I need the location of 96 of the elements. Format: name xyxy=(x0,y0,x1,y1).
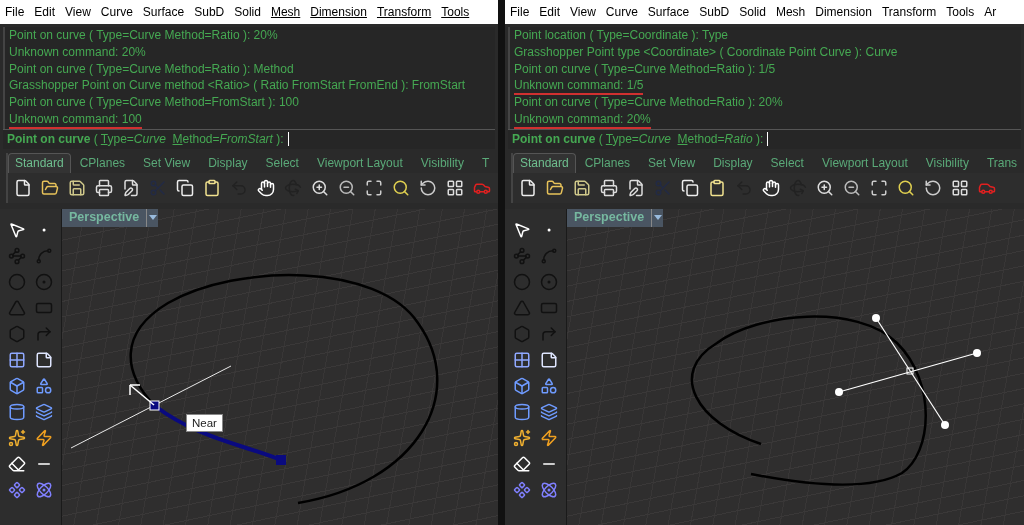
layout-grid-icon[interactable] xyxy=(951,178,969,197)
toolbar-tab[interactable]: CPlanes xyxy=(575,152,640,173)
toolbar-tab[interactable]: Trans xyxy=(977,152,1024,173)
menu-item[interactable]: Curve xyxy=(100,3,133,21)
snap-tooltip: Near xyxy=(186,413,223,432)
clipboard-icon[interactable] xyxy=(203,178,221,197)
history-line: Grasshopper Point on Curve method <Ratio> ( Ratio FromStart FromEnd ): FromStart xyxy=(9,78,466,95)
hand-icon[interactable] xyxy=(762,178,780,197)
menu-item[interactable]: Dimension xyxy=(310,3,367,21)
menu-item[interactable]: Transform xyxy=(881,3,937,21)
mesh-icon[interactable] xyxy=(539,402,558,421)
menu-item[interactable]: Surface xyxy=(142,3,185,21)
text-cursor xyxy=(287,132,289,147)
history-line: Point on curve ( Type=Curve Method=Ratio ): 20% xyxy=(514,95,783,112)
box-icon[interactable] xyxy=(513,376,532,395)
menu-item[interactable]: Tools xyxy=(441,3,470,21)
history-line: Unknown command: 20% xyxy=(9,44,146,61)
folder-icon[interactable] xyxy=(546,178,564,197)
menu-item[interactable]: Curve xyxy=(605,3,638,21)
text-cursor xyxy=(767,132,769,147)
clipboard-icon[interactable] xyxy=(708,178,726,197)
history-line: Point location ( Type=Coordinate ): Type xyxy=(514,28,729,44)
history-line: Point on curve ( Type=Curve Method=Ratio ): 20% xyxy=(9,28,278,44)
dropdown-caret-icon[interactable] xyxy=(651,208,664,227)
zoom-in-icon[interactable] xyxy=(816,178,834,197)
save-icon[interactable] xyxy=(573,178,591,197)
menu-item[interactable]: File xyxy=(5,3,25,21)
menu-item[interactable]: Tools xyxy=(946,3,975,21)
undo-view-icon[interactable] xyxy=(419,178,437,197)
page-edit-icon[interactable] xyxy=(627,178,645,197)
copy-icon[interactable] xyxy=(681,178,699,197)
menu-item[interactable]: Edit xyxy=(34,3,56,21)
layout-grid-icon[interactable] xyxy=(446,178,464,197)
menu-item[interactable]: Transform xyxy=(376,3,432,21)
toolbar-tab[interactable]: Select xyxy=(256,152,308,173)
history-line: Point on curve ( Type=Curve Method=FromStart ): 100 xyxy=(9,95,299,112)
save-icon[interactable] xyxy=(68,178,86,197)
arrow-icon xyxy=(129,384,155,406)
toolbar-tab[interactable]: T xyxy=(472,152,498,173)
perspective-viewport[interactable]: Perspective Near xyxy=(62,208,498,525)
history-line: Point on curve ( Type=Curve Method=Ratio ): 1/5 xyxy=(514,61,776,78)
history-line: Unknown command: 1/5 xyxy=(514,78,644,96)
zoom-extents-icon[interactable] xyxy=(870,178,888,197)
toolbar-tab[interactable]: Viewport Layout xyxy=(307,152,412,173)
folder-icon[interactable] xyxy=(41,178,59,197)
search-icon[interactable] xyxy=(392,178,410,197)
toolbar-tab[interactable]: Set View xyxy=(639,152,705,173)
toolbar-tab[interactable]: Standard xyxy=(8,152,71,173)
toolbar-tab[interactable]: Visibility xyxy=(411,152,473,173)
menu-item[interactable]: Solid xyxy=(739,3,766,21)
toolbar-tab[interactable]: CPlanes xyxy=(70,152,135,173)
menu-item[interactable]: SubD xyxy=(699,3,730,21)
cylinder-icon[interactable] xyxy=(513,402,532,421)
menu-item[interactable]: Edit xyxy=(539,3,561,21)
menu-item[interactable]: View xyxy=(65,3,91,21)
menu-item[interactable]: File xyxy=(510,3,530,21)
zoom-in-icon[interactable] xyxy=(311,178,329,197)
end-point xyxy=(276,454,286,465)
toolbar-tab[interactable]: Viewport Layout xyxy=(812,152,917,173)
toolbar-tab[interactable]: Display xyxy=(199,152,257,173)
hand-icon[interactable] xyxy=(257,178,275,197)
new-file-icon[interactable] xyxy=(14,178,32,197)
toolbar-tab[interactable]: Set View xyxy=(134,152,200,173)
undo-view-icon[interactable] xyxy=(924,178,942,197)
menu-item[interactable]: Mesh xyxy=(270,3,301,21)
zoom-out-icon[interactable] xyxy=(843,178,861,197)
menu-item[interactable]: Mesh xyxy=(775,3,806,21)
toolbar-tab[interactable]: Visibility xyxy=(916,152,978,173)
history-line: Point on curve ( Type=Curve Method=Ratio ): Method xyxy=(9,61,294,78)
page-edit-icon[interactable] xyxy=(122,178,140,197)
pointer-icon[interactable] xyxy=(513,220,532,239)
copy-icon[interactable] xyxy=(176,178,194,197)
dropdown-caret-icon[interactable] xyxy=(146,208,159,227)
toolbar-tab[interactable]: Display xyxy=(704,152,762,173)
printer-icon[interactable] xyxy=(600,178,618,197)
surface-icon[interactable] xyxy=(8,350,27,369)
cylinder-icon[interactable] xyxy=(8,402,27,421)
toolbar-tab[interactable]: Standard xyxy=(513,152,576,173)
menu-item[interactable]: Solid xyxy=(234,3,261,21)
menu-item[interactable]: Ar xyxy=(984,3,997,21)
menu-item[interactable]: Surface xyxy=(647,3,690,21)
printer-icon[interactable] xyxy=(95,178,113,197)
zoom-extents-icon[interactable] xyxy=(365,178,383,197)
toolbar-tab[interactable]: Select xyxy=(761,152,813,173)
snap-point xyxy=(149,400,160,411)
surface-icon[interactable] xyxy=(513,350,532,369)
new-file-icon[interactable] xyxy=(519,178,537,197)
search-icon[interactable] xyxy=(897,178,915,197)
box-icon[interactable] xyxy=(8,376,27,395)
history-line: Grasshopper Point type <Coordinate> ( Coordinate Point Curve ): Curve xyxy=(514,44,898,61)
zoom-out-icon[interactable] xyxy=(338,178,356,197)
pointer-icon[interactable] xyxy=(8,220,27,239)
mesh-icon[interactable] xyxy=(34,402,53,421)
menu-item[interactable]: View xyxy=(570,3,596,21)
menu-item[interactable]: Dimension xyxy=(815,3,872,21)
menu-item[interactable]: SubD xyxy=(194,3,225,21)
